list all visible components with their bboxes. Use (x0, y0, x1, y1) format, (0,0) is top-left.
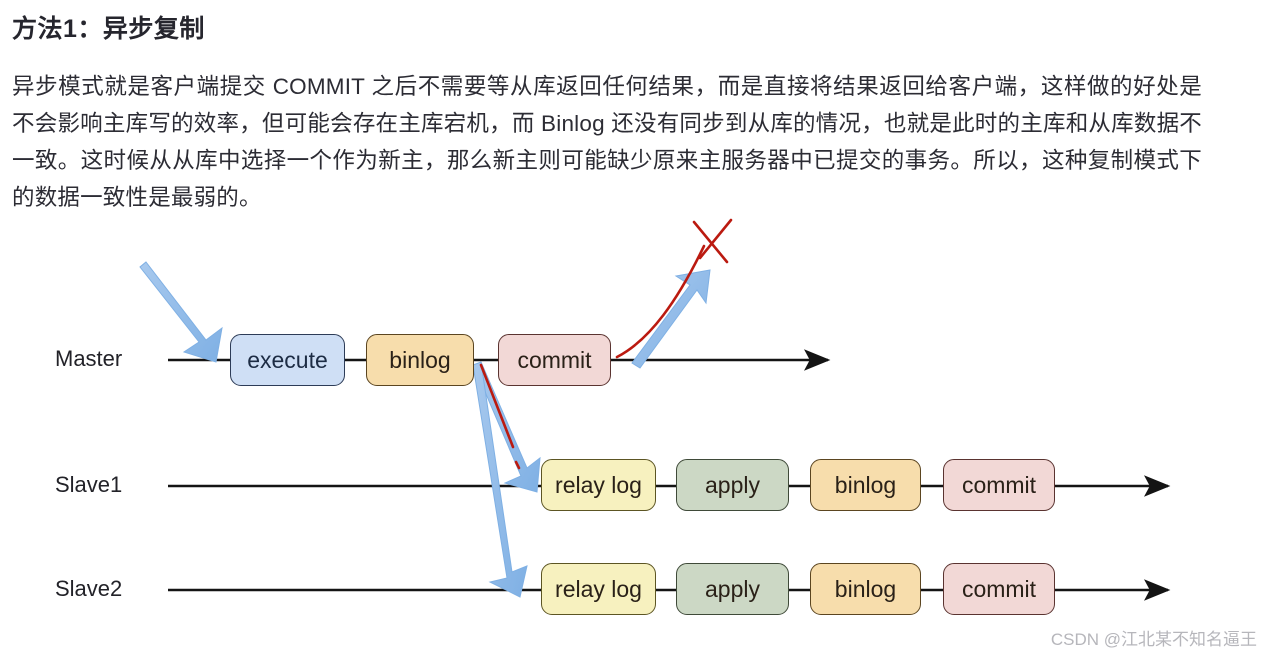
node-master-commit: commit (498, 334, 611, 386)
red-curve-with-x-mark-icon (615, 218, 733, 359)
row-label-slave1: Slave1 (55, 472, 123, 497)
row-label-master: Master (55, 346, 123, 371)
node-slave1-relay-log: relay log (541, 459, 656, 511)
blue-arrow-into-master-icon (139, 261, 223, 363)
node-slave2-commit: commit (943, 563, 1055, 615)
page-title: 方法1：异步复制 (12, 15, 205, 43)
node-slave2-binlog: binlog (810, 563, 921, 615)
replication-diagram: Master Slave1 Slave2 execute binlog comm… (0, 200, 1271, 640)
node-slave2-relay-log: relay log (541, 563, 656, 615)
blue-arrow-commit-returns-to-client-icon (631, 269, 711, 369)
node-master-binlog: binlog (366, 334, 474, 386)
row-label-slave2: Slave2 (55, 576, 123, 601)
node-slave1-apply: apply (676, 459, 789, 511)
body-paragraph: 异步模式就是客户端提交 COMMIT 之后不需要等从库返回任何结果，而是直接将结… (12, 74, 1202, 210)
node-slave2-apply: apply (676, 563, 789, 615)
article-body: 方法1：异步复制 异步模式就是客户端提交 COMMIT 之后不需要等从库返回任何… (0, 0, 1271, 210)
node-master-execute: execute (230, 334, 345, 386)
node-slave1-commit: commit (943, 459, 1055, 511)
csdn-watermark: CSDN @江北某不知名逼王 (1050, 630, 1257, 649)
node-slave1-binlog: binlog (810, 459, 921, 511)
